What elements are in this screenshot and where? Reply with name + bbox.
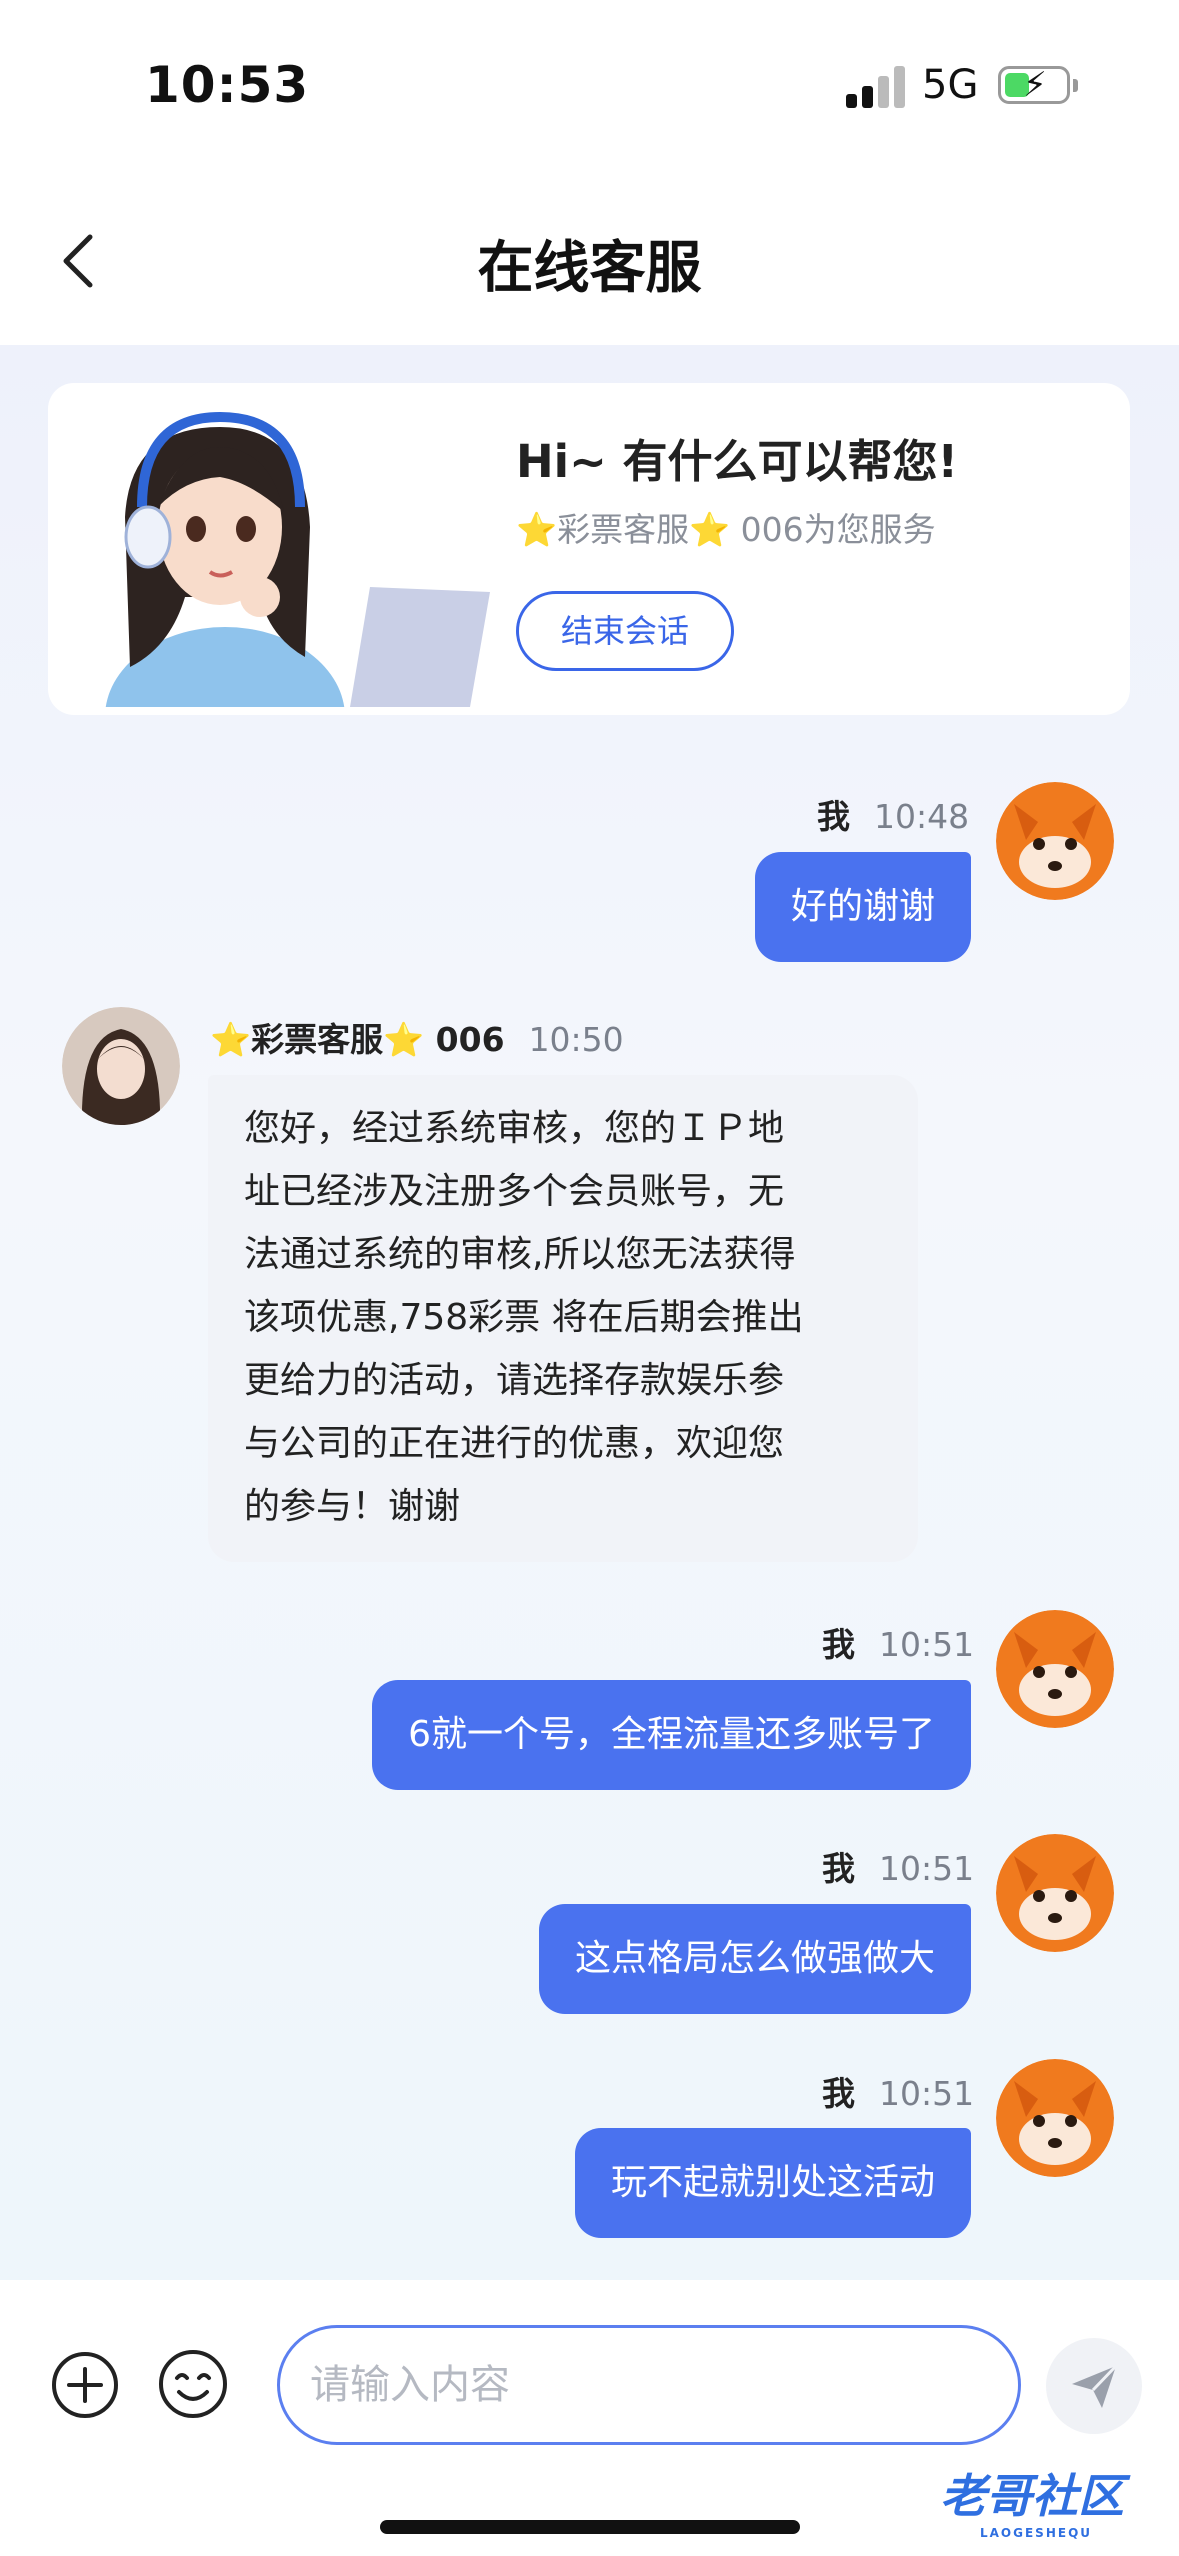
send-button[interactable] [1046, 2338, 1142, 2434]
message-meta: 我 10:51 [822, 1842, 974, 1890]
message-bubble-me[interactable]: 6就一个号，全程流量还多账号了 [372, 1680, 971, 1790]
plus-icon[interactable] [50, 2350, 120, 2420]
message-meta: 我 10:48 [817, 790, 969, 838]
watermark-logo: 老哥社区 LAOGESHEQU [940, 2460, 1124, 2540]
fox-avatar [996, 2059, 1114, 2177]
sender-name: ⭐彩票客服⭐ 006 [210, 1020, 505, 1059]
signal-icon [846, 62, 906, 108]
end-session-button[interactable]: 结束会话 [516, 591, 734, 671]
sender-name: 我 [822, 2074, 855, 2113]
agent-avatar [62, 1007, 180, 1125]
watermark-text: 老哥社区 [940, 2469, 1124, 2523]
message-meta: ⭐彩票客服⭐ 006 10:50 [210, 1013, 624, 1061]
message-input[interactable] [277, 2325, 1021, 2445]
status-time: 10:53 [145, 56, 310, 114]
card-subtitle: ⭐彩票客服⭐ 006为您服务 [516, 510, 936, 549]
message-time: 10:51 [879, 1625, 975, 1664]
watermark-subtext: LAOGESHEQU [980, 2526, 1093, 2540]
message-meta: 我 10:51 [822, 2067, 974, 2115]
message-line: 与公司的正在进行的优惠，欢迎您 [244, 1423, 785, 1464]
message-line: 址已经涉及注册多个会员账号，无 [244, 1171, 785, 1212]
message-line: 更给力的活动，请选择存款娱乐参 [244, 1360, 785, 1401]
message-bubble-me[interactable]: 玩不起就别处这活动 [574, 2128, 971, 2238]
card-greeting: Hi~ 有什么可以帮您! [516, 435, 958, 488]
battery-icon: ⚡ [998, 65, 1078, 105]
agent-card: Hi~ 有什么可以帮您! ⭐彩票客服⭐ 006为您服务 结束会话 [48, 383, 1130, 715]
message-time: 10:51 [879, 2074, 975, 2113]
sender-name: 我 [817, 797, 850, 836]
message-line: 法通过系统的审核,所以您无法获得 [244, 1234, 796, 1275]
input-bar: 老哥社区 LAOGESHEQU [0, 2280, 1179, 2556]
message-line: 该项优惠,758彩票 将在后期会推出 [244, 1297, 804, 1338]
message-time: 10:51 [879, 1849, 975, 1888]
message-bubble-me[interactable]: 好的谢谢 [754, 852, 971, 962]
home-indicator[interactable] [380, 2520, 800, 2534]
sender-name: 我 [822, 1849, 855, 1888]
message-bubble-me[interactable]: 这点格局怎么做强做大 [538, 1904, 971, 2014]
fox-avatar [996, 1834, 1114, 1952]
message-bubble-agent[interactable]: 您好，经过系统审核，您的ＩＰ地 址已经涉及注册多个会员账号，无 法通过系统的审核… [208, 1075, 918, 1562]
network-label: 5G [922, 62, 979, 108]
fox-avatar [996, 1610, 1114, 1728]
chat-area[interactable]: Hi~ 有什么可以帮您! ⭐彩票客服⭐ 006为您服务 结束会话 我 10:48 … [0, 345, 1179, 2280]
message-line: 的参与！谢谢 [244, 1486, 461, 1527]
message-meta: 我 10:51 [822, 1618, 974, 1666]
page-title: 在线客服 [477, 236, 702, 301]
sender-name: 我 [822, 1625, 855, 1664]
emoji-icon[interactable] [157, 2348, 229, 2420]
message-time: 10:50 [528, 1020, 624, 1059]
nav-bar: 在线客服 [0, 175, 1179, 345]
message-time: 10:48 [874, 797, 970, 836]
fox-avatar [996, 782, 1114, 900]
agent-illustration [105, 411, 490, 707]
send-icon [1072, 2364, 1118, 2408]
message-line: 您好，经过系统审核，您的ＩＰ地 [244, 1108, 785, 1149]
status-bar: 10:53 5G ⚡ [0, 0, 1179, 175]
